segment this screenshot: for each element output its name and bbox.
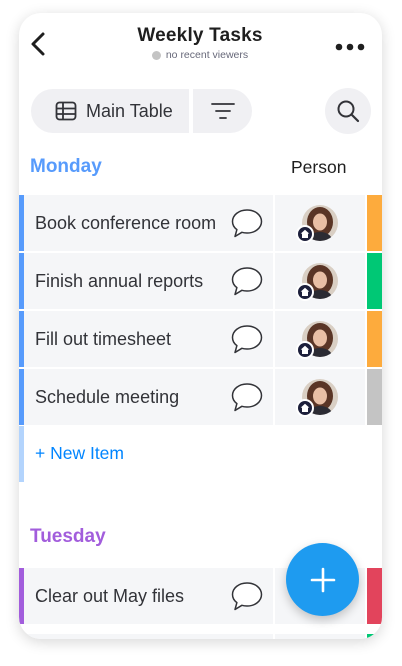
view-selector-label: Main Table: [86, 100, 173, 121]
item-name: Finish annual reports: [35, 270, 204, 291]
view-selector-button[interactable]: Main Table: [31, 89, 189, 133]
viewers-text: no recent viewers: [165, 49, 249, 61]
status-cell[interactable]: [367, 253, 382, 309]
item-name: Book conference room: [35, 212, 217, 233]
table-row: Finish annual reports: [19, 253, 382, 309]
item-name: Clear out May files: [35, 585, 185, 606]
group-color-bar: [19, 426, 24, 482]
more-horizontal-icon: [335, 43, 365, 51]
status-cell[interactable]: [367, 634, 382, 639]
person-cell[interactable]: [275, 253, 365, 309]
comment-bubble-icon[interactable]: [230, 207, 264, 239]
table-row: Fill out timesheet: [19, 311, 382, 367]
board-header: Weekly Tasks no recent viewers: [99, 25, 301, 61]
table-row: Schedule meeting: [19, 369, 382, 425]
person-cell[interactable]: [275, 311, 365, 367]
table-row: Book conference room: [19, 195, 382, 251]
add-item-button[interactable]: [286, 543, 359, 616]
comment-bubble-icon[interactable]: [230, 323, 264, 355]
item-name-cell[interactable]: [24, 634, 273, 639]
plus-icon: [310, 567, 335, 592]
table-row: [19, 634, 382, 639]
more-button[interactable]: [334, 39, 366, 51]
search-icon: [337, 100, 360, 123]
group-title-monday[interactable]: Monday: [30, 156, 102, 178]
chevron-left-icon: [31, 32, 45, 56]
app-screen: Weekly Tasks no recent viewers Main Tabl…: [19, 13, 382, 639]
home-icon: [296, 283, 314, 301]
person-cell[interactable]: [275, 195, 365, 251]
item-name: Fill out timesheet: [35, 328, 172, 349]
status-cell[interactable]: [367, 311, 382, 367]
home-icon: [296, 341, 314, 359]
new-item-button[interactable]: + New Item: [35, 443, 124, 464]
home-icon: [296, 399, 314, 417]
search-button[interactable]: [325, 88, 371, 134]
back-button[interactable]: [27, 31, 51, 57]
status-cell[interactable]: [367, 195, 382, 251]
filter-button[interactable]: [193, 89, 252, 133]
board-title: Weekly Tasks: [137, 25, 263, 46]
status-cell[interactable]: [367, 369, 382, 425]
column-header-person[interactable]: Person: [291, 157, 346, 178]
comment-bubble-icon[interactable]: [230, 580, 264, 612]
comment-bubble-icon[interactable]: [230, 265, 264, 297]
comment-bubble-icon[interactable]: [230, 381, 264, 413]
viewers-status: no recent viewers: [99, 49, 301, 61]
person-cell[interactable]: [275, 369, 365, 425]
status-cell[interactable]: [367, 568, 382, 624]
table-icon: [55, 101, 77, 121]
person-cell[interactable]: [275, 634, 365, 639]
new-item-row: + New Item: [19, 426, 382, 482]
filter-icon: [210, 103, 235, 119]
presence-dot: [151, 50, 161, 60]
home-icon: [296, 225, 314, 243]
item-name: Schedule meeting: [35, 386, 180, 407]
group-title-tuesday[interactable]: Tuesday: [30, 526, 106, 548]
